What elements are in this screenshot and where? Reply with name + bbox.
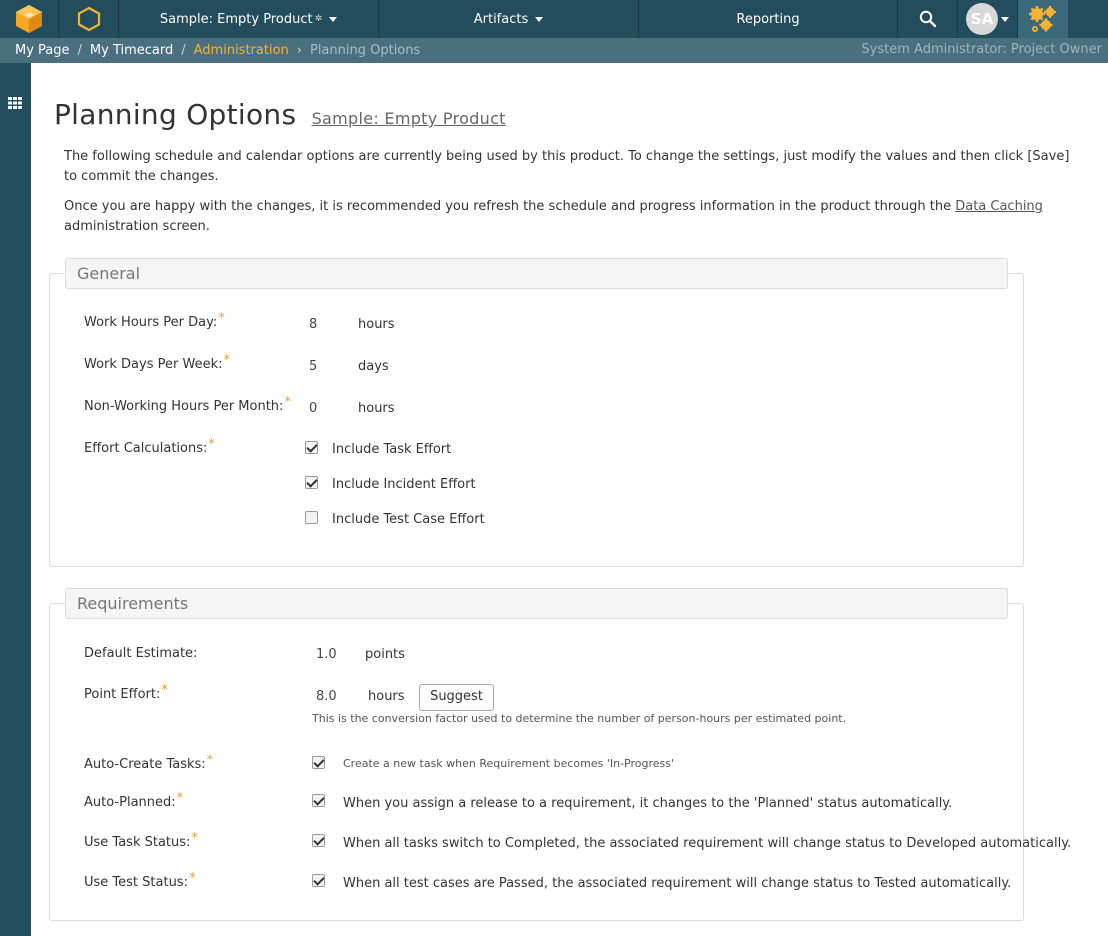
test-status-desc: When all test cases are Passed, the asso…: [343, 876, 1012, 891]
label-text: Work Hours Per Day:: [84, 315, 218, 330]
label-text: Use Task Status:: [84, 835, 191, 850]
breadcrumb-administration[interactable]: Administration: [194, 43, 289, 58]
default-estimate-label: Default Estimate:: [84, 646, 198, 661]
required-icon: *: [218, 311, 225, 326]
required-icon: *: [206, 753, 214, 768]
point-effort-field[interactable]: 8.0: [316, 689, 337, 704]
chevron-down-icon: [1001, 16, 1009, 22]
label-text: Work Days Per Week:: [84, 357, 223, 372]
auto-create-checkbox[interactable]: [312, 756, 325, 769]
chevron-right-icon: ›: [296, 43, 302, 58]
administration-button[interactable]: [1018, 0, 1068, 38]
artifacts-label: Artifacts: [473, 11, 529, 27]
label-text: Auto-Create Tasks:: [84, 757, 206, 772]
label-text: Non-Working Hours Per Month:: [84, 399, 284, 414]
work-hours-field[interactable]: 8: [309, 317, 317, 332]
default-estimate-unit: points: [365, 647, 405, 662]
chevron-down-icon: [329, 16, 338, 22]
work-hours-label: Work Hours Per Day:*: [84, 311, 225, 330]
left-sidebar: [0, 63, 31, 936]
intro-text: administration screen.: [64, 219, 210, 234]
suggest-button[interactable]: Suggest: [419, 684, 494, 711]
required-icon: *: [208, 437, 215, 452]
label-text: Point Effort:: [84, 687, 161, 702]
breadcrumb-my-page[interactable]: My Page: [15, 43, 70, 58]
auto-planned-checkbox[interactable]: [312, 794, 325, 807]
task-status-checkbox[interactable]: [312, 834, 325, 847]
avatar: SA: [966, 3, 998, 35]
required-icon: *: [161, 683, 168, 698]
include-test-case-effort-label: Include Test Case Effort: [332, 512, 485, 527]
spira-logo-icon: [16, 5, 42, 33]
product-link[interactable]: Sample: Empty Product: [312, 109, 506, 128]
data-caching-link[interactable]: Data Caching: [955, 199, 1043, 214]
auto-create-label: Auto-Create Tasks:*: [84, 753, 213, 772]
page-title-text: Planning Options: [54, 98, 297, 131]
non-working-unit: hours: [358, 401, 395, 416]
breadcrumb: My Page / My Timecard / Administration ›…: [0, 38, 1108, 63]
artifacts-menu[interactable]: Artifacts: [379, 0, 639, 38]
auto-create-desc: Create a new task when Requirement becom…: [343, 757, 675, 770]
include-incident-effort-checkbox[interactable]: [305, 476, 318, 489]
requirements-legend: Requirements: [65, 588, 1008, 619]
intro-text: Once you are happy with the changes, it …: [64, 199, 956, 214]
auto-planned-desc: When you assign a release to a requireme…: [343, 796, 953, 811]
reporting-menu[interactable]: Reporting: [639, 0, 898, 38]
task-status-desc: When all tasks switch to Completed, the …: [343, 836, 1072, 851]
non-working-label: Non-Working Hours Per Month:*: [84, 395, 291, 414]
grid-menu-icon[interactable]: [8, 97, 22, 109]
include-test-case-effort-checkbox[interactable]: [305, 511, 318, 524]
general-legend: General: [65, 258, 1008, 289]
user-menu[interactable]: SA: [958, 0, 1018, 38]
include-task-effort-checkbox[interactable]: [305, 441, 318, 454]
intro-paragraph-2: Once you are happy with the changes, it …: [64, 197, 1084, 237]
breadcrumb-separator: /: [77, 43, 82, 58]
search-button[interactable]: [898, 0, 958, 38]
search-icon: [919, 10, 936, 28]
required-icon: *: [284, 395, 291, 410]
label-text: Use Test Status:: [84, 875, 188, 890]
test-status-checkbox[interactable]: [312, 874, 325, 887]
point-effort-unit: hours: [368, 689, 405, 704]
non-working-field[interactable]: 0: [309, 401, 317, 416]
product-name: Sample: Empty Product: [159, 11, 313, 27]
auto-planned-label: Auto-Planned:*: [84, 791, 183, 810]
include-incident-effort-label: Include Incident Effort: [332, 477, 476, 492]
work-days-field[interactable]: 5: [309, 359, 317, 374]
work-days-unit: days: [358, 359, 389, 374]
label-text: Auto-Planned:: [84, 795, 176, 810]
required-icon: *: [191, 831, 198, 846]
reporting-label: Reporting: [736, 11, 800, 27]
required-icon: *: [188, 871, 196, 886]
point-effort-label: Point Effort:*: [84, 683, 168, 702]
point-effort-note: This is the conversion factor used to de…: [312, 712, 847, 725]
breadcrumb-my-timecard[interactable]: My Timecard: [90, 43, 173, 58]
required-icon: *: [223, 353, 230, 368]
required-icon: *: [176, 791, 184, 806]
user-role: System Administrator: Project Owner: [861, 42, 1102, 57]
chevron-down-icon: [535, 16, 544, 22]
work-days-label: Work Days Per Week:*: [84, 353, 230, 372]
product-gear-icon: ✲: [314, 14, 323, 24]
breadcrumb-separator: /: [181, 43, 186, 58]
task-status-label: Use Task Status:*: [84, 831, 198, 850]
product-menu[interactable]: Sample: Empty Product ✲: [119, 0, 379, 38]
label-text: Effort Calculations:: [84, 441, 208, 456]
gears-icon: [1029, 6, 1056, 32]
hexagon-icon: [77, 6, 100, 32]
page-title: Planning Options Sample: Empty Product: [54, 98, 506, 131]
work-hours-unit: hours: [358, 317, 395, 332]
default-estimate-field[interactable]: 1.0: [316, 647, 337, 662]
breadcrumb-current: Planning Options: [309, 43, 421, 58]
test-status-label: Use Test Status:*: [84, 871, 195, 890]
top-navigation: Sample: Empty Product ✲ Artifacts Report…: [0, 0, 1108, 38]
intro-paragraph-1: The following schedule and calendar opti…: [64, 149, 1070, 184]
effort-label: Effort Calculations:*: [84, 437, 215, 456]
include-task-effort-label: Include Task Effort: [332, 442, 452, 457]
workspace-switcher[interactable]: [59, 0, 119, 38]
app-logo[interactable]: [0, 0, 59, 38]
